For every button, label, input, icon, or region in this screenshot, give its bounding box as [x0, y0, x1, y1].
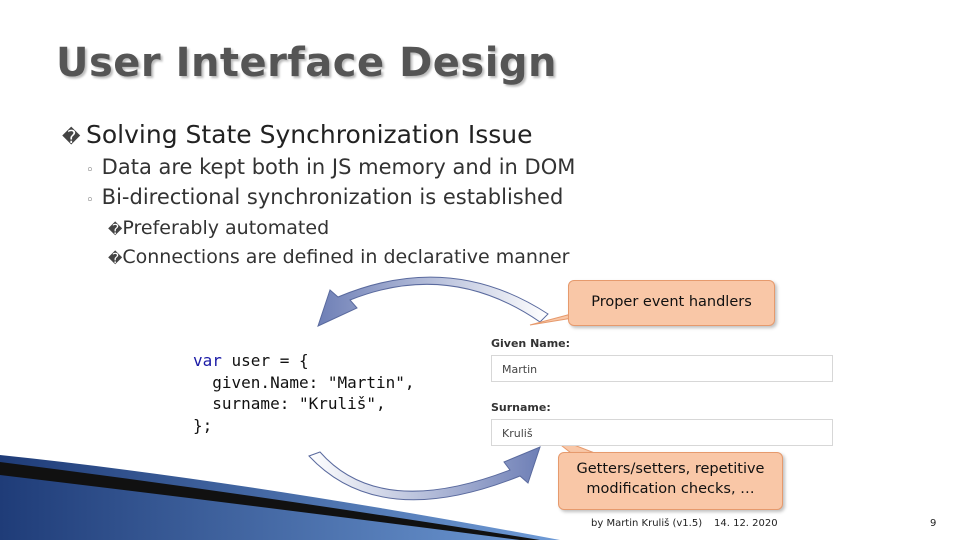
bullet-text: Solving State Synchronization Issue — [86, 120, 533, 149]
page-number: 9 — [930, 518, 937, 529]
bullet-marker: ◦ — [86, 193, 94, 208]
bullet-level2: ◦ Bi-directional synchronization is estab… — [86, 185, 563, 209]
given-name-input[interactable]: Martin — [491, 355, 833, 382]
surname-input[interactable]: Kruliš — [491, 419, 833, 446]
slide-title: User Interface Design — [56, 40, 558, 86]
given-name-label: Given Name: — [491, 337, 571, 350]
callout-getters-setters: Getters/setters, repetitive modification… — [558, 452, 783, 510]
bullet-level2: ◦ Data are kept both in JS memory and in … — [86, 155, 575, 179]
bullet-marker: � — [62, 127, 81, 148]
bullet-text: Preferably automated — [122, 217, 330, 239]
callout-text: Getters/setters, repetitive modification… — [576, 461, 765, 497]
callout-event-handlers: Proper event handlers — [568, 280, 775, 326]
bottom-arrow — [308, 446, 541, 501]
code-line: }; — [193, 415, 213, 435]
bullet-marker: � — [108, 222, 123, 238]
bullet-text: Data are kept both in JS memory and in D… — [101, 155, 576, 179]
surname-label: Surname: — [491, 401, 551, 414]
bullet-level3: �Connections are defined in declarative … — [108, 246, 570, 268]
form-screenshot: Given Name: Martin Surname: Kruliš — [485, 333, 845, 453]
code-line: surname: "Kruliš", — [193, 394, 386, 413]
footer-date: 14. 12. 2020 — [714, 518, 778, 529]
code-snippet: var user = { given.Name: "Martin", surna… — [193, 350, 415, 436]
bullet-marker: ◦ — [86, 163, 94, 178]
footer-author: by Martin Kruliš (v1.5) — [591, 518, 703, 529]
top-arrow — [317, 276, 549, 327]
code-line: user = { — [221, 351, 309, 370]
bullet-level3: �Preferably automated — [108, 217, 329, 239]
callout-text: Proper event handlers — [591, 294, 752, 310]
code-line: given.Name: "Martin", — [193, 372, 415, 392]
bullet-level1: � Solving State Synchronization Issue — [62, 120, 532, 149]
bullet-text: Bi-directional synchronization is establ… — [101, 185, 564, 209]
bullet-marker: � — [108, 251, 123, 267]
bullet-text: Connections are defined in declarative m… — [122, 246, 570, 268]
code-keyword: var — [193, 351, 222, 370]
